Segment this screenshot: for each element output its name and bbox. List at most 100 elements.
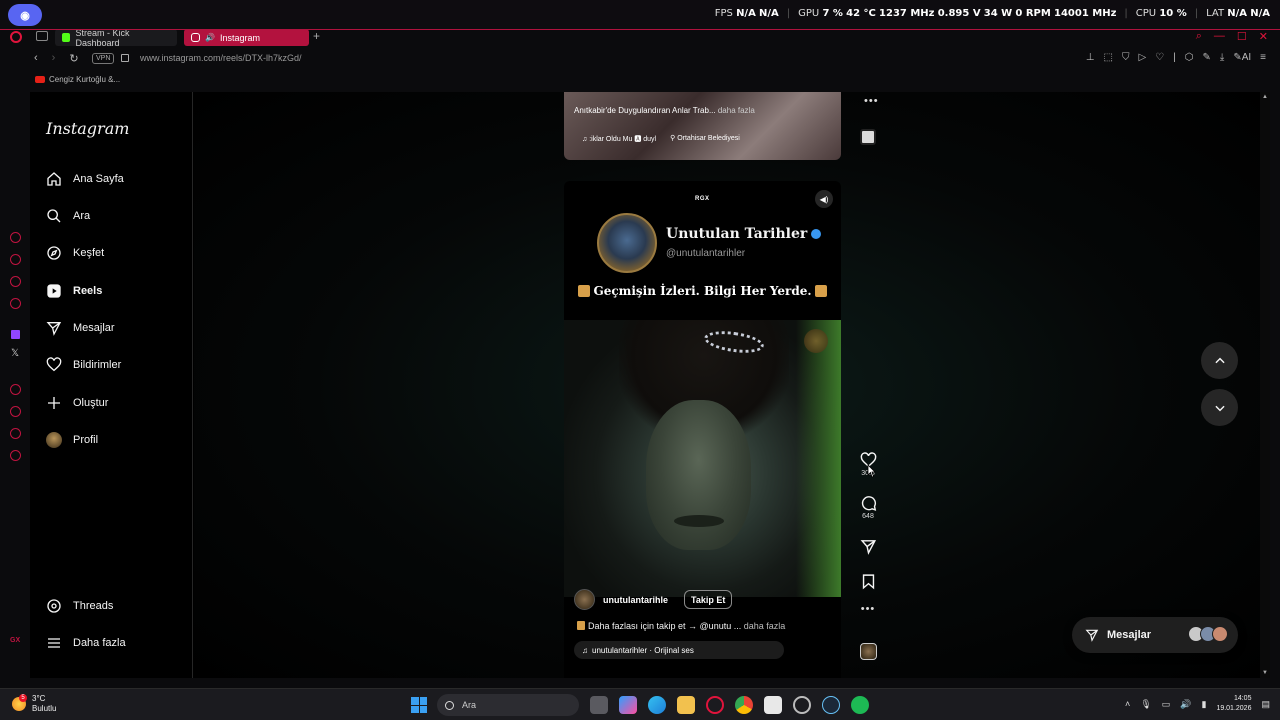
previous-reel-location[interactable]: ⚲ Ortahisar Belediyesi: [670, 134, 740, 144]
steam-icon[interactable]: [822, 696, 840, 714]
lock-icon[interactable]: [121, 54, 129, 62]
previous-reel-button[interactable]: [1201, 342, 1238, 379]
settings-icon[interactable]: [793, 696, 811, 714]
task-view-icon[interactable]: [590, 696, 608, 714]
extensions-icon[interactable]: ⬡: [1185, 52, 1194, 63]
sidebar-refresh-icon[interactable]: [10, 232, 21, 243]
previous-reel-audio[interactable]: ♫ :iklar Oldu Mu 🅰 duyl: [582, 134, 656, 144]
save-button[interactable]: [852, 573, 884, 590]
reel-audio[interactable]: ♫ unutulantarihler · Orijinal ses: [574, 641, 784, 659]
sidebar-display-icon[interactable]: [10, 298, 21, 309]
photos-icon[interactable]: [619, 696, 637, 714]
previous-audio-thumbnail[interactable]: [860, 129, 876, 145]
sidebar-player-icon[interactable]: [10, 384, 21, 395]
sidebar-settings-icon[interactable]: [10, 450, 21, 461]
more-link[interactable]: daha fazla: [718, 106, 755, 115]
sidebar-extensions-icon[interactable]: [10, 428, 21, 439]
reload-button[interactable]: ↻: [69, 52, 78, 65]
chrome-icon[interactable]: [735, 696, 753, 714]
previous-reel-caption: Anıtkabir'de Duygulandıran Anlar Trab...…: [574, 106, 755, 115]
tab-kick-dashboard[interactable]: Stream - Kick Dashboard: [55, 28, 177, 48]
microphone-icon[interactable]: 🎙: [1140, 699, 1151, 710]
store-icon[interactable]: [764, 696, 782, 714]
sidebar-bag-icon[interactable]: [10, 254, 21, 265]
start-button[interactable]: [411, 697, 427, 713]
chevron-up-icon: [1214, 357, 1225, 363]
shield-icon[interactable]: ⛉: [1122, 52, 1130, 63]
more-options-icon[interactable]: •••: [852, 603, 884, 615]
opera-gx-icon[interactable]: [706, 696, 724, 714]
clock[interactable]: 14:05 19.01.2026: [1216, 694, 1251, 714]
discord-icon[interactable]: ◉: [8, 4, 42, 26]
pin-icon[interactable]: ⊥: [1086, 52, 1095, 63]
more-options-icon[interactable]: •••: [864, 95, 879, 107]
author-avatar[interactable]: [574, 589, 595, 610]
nav-notifications[interactable]: Bildirimler: [46, 353, 121, 377]
more-link[interactable]: daha fazla: [744, 621, 786, 631]
heart-icon[interactable]: ♡: [1155, 52, 1164, 63]
close-button[interactable]: ✕: [1259, 30, 1268, 43]
current-reel[interactable]: RGX ◀) Unutulan Tarihler @unutulantarihl…: [564, 181, 841, 678]
nav-more[interactable]: Daha fazla: [46, 631, 126, 655]
nav-explore[interactable]: Keşfet: [46, 241, 104, 265]
vpn-badge[interactable]: VPN: [92, 53, 115, 64]
previous-reel[interactable]: Anıtkabir'de Duygulandıran Anlar Trab...…: [564, 92, 841, 160]
x-icon[interactable]: 𝕏: [11, 348, 19, 359]
nav-threads[interactable]: Threads: [46, 594, 113, 618]
nav-profile[interactable]: Profil: [46, 428, 98, 452]
messages-pill[interactable]: Mesajlar: [1072, 617, 1238, 653]
nav-home[interactable]: Ana Sayfa: [46, 167, 124, 191]
bookmark-item[interactable]: Cengiz Kurtoğlu &...: [35, 75, 120, 84]
tab-islands-icon[interactable]: [36, 31, 48, 41]
instagram-logo[interactable]: Instagram: [46, 119, 129, 138]
download-icon[interactable]: ⤓: [1220, 52, 1224, 63]
forward-button[interactable]: ›: [52, 52, 56, 65]
battery-icon[interactable]: ▮: [1201, 699, 1206, 710]
snapshot-icon[interactable]: ⬚: [1104, 52, 1113, 63]
file-explorer-icon[interactable]: [677, 696, 695, 714]
minimize-button[interactable]: —: [1214, 30, 1225, 43]
tab-instagram[interactable]: 🔊 Instagram: [184, 29, 309, 46]
nav-reels[interactable]: Reels: [46, 279, 102, 303]
twitch-icon[interactable]: [11, 330, 20, 339]
extension-icon[interactable]: ✎: [1203, 52, 1211, 63]
back-button[interactable]: ‹: [34, 52, 38, 65]
sound-toggle-icon[interactable]: ◀): [815, 190, 833, 208]
scroll-up-icon[interactable]: ▲: [1262, 94, 1268, 100]
edge-icon[interactable]: [648, 696, 666, 714]
spotify-icon[interactable]: [851, 696, 869, 714]
nav-messages[interactable]: Mesajlar: [46, 316, 115, 340]
weather-widget[interactable]: 5 3°C Bulutlu: [12, 694, 56, 714]
comment-count: 648: [862, 513, 874, 520]
next-reel-button[interactable]: [1201, 389, 1238, 426]
search-tabs-icon[interactable]: ⌕: [1196, 30, 1202, 43]
tab-strip: Stream - Kick Dashboard 🔊 Instagram + ⌕ …: [0, 28, 1280, 48]
taskbar: 5 3°CBulutlu Ara ˄ 🎙 ▭ 🔊 ▮ 14:0519.01.: [0, 688, 1280, 720]
share-button[interactable]: [852, 538, 884, 555]
new-tab-button[interactable]: +: [313, 29, 320, 43]
audio-thumbnail[interactable]: [860, 643, 877, 660]
notifications-icon[interactable]: ▤: [1261, 699, 1270, 710]
author-name[interactable]: unutulantarihle: [603, 595, 668, 605]
ai-button[interactable]: ✎AI: [1233, 52, 1251, 63]
scroll-down-icon[interactable]: ▼: [1262, 670, 1268, 676]
performance-stats: FPS N/A N/A | GPU 7 % 42 °C 1237 MHz 0.8…: [714, 8, 1270, 19]
maximize-button[interactable]: ☐: [1237, 30, 1247, 43]
chevron-up-icon[interactable]: ˄: [1125, 699, 1130, 709]
page-scrollbar[interactable]: ▲ ▼: [1260, 92, 1270, 678]
network-icon[interactable]: ▭: [1162, 699, 1171, 710]
menu-icon[interactable]: ≡: [1260, 52, 1266, 63]
comment-button[interactable]: 648: [852, 495, 884, 520]
volume-icon[interactable]: 🔊: [1180, 699, 1191, 710]
opera-gx-icon[interactable]: [10, 31, 22, 43]
follow-button[interactable]: Takip Et: [684, 590, 733, 609]
sidebar-history-icon[interactable]: [10, 406, 21, 417]
reel-author[interactable]: unutulantarihle: [574, 589, 668, 610]
nav-search[interactable]: Ara: [46, 204, 90, 228]
nav-create[interactable]: Oluştur: [46, 391, 108, 415]
reel-video[interactable]: [564, 320, 841, 597]
play-icon[interactable]: ▷: [1138, 52, 1146, 63]
sidebar-messenger-icon[interactable]: [10, 276, 21, 287]
taskbar-search[interactable]: Ara: [437, 694, 579, 716]
url-field[interactable]: www.instagram.com/reels/DTX-lh7kzGd/: [140, 53, 302, 63]
